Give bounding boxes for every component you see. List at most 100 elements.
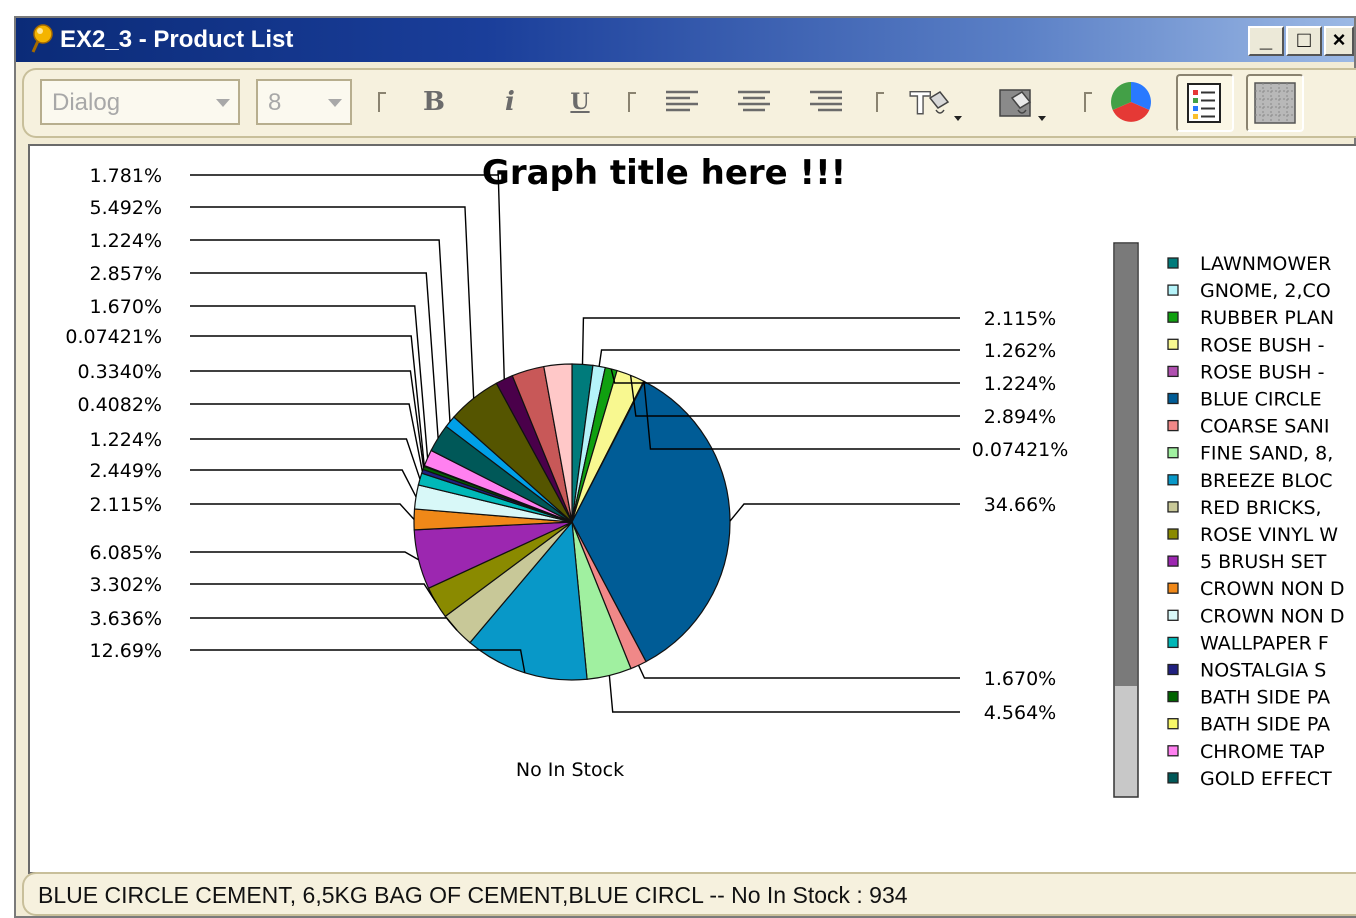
- legend-swatch: [1167, 311, 1179, 323]
- show-grid-button[interactable]: [1246, 74, 1304, 132]
- legend-label: 5 BRUSH SET: [1200, 551, 1327, 573]
- fill-color-icon[interactable]: [994, 80, 1056, 124]
- align-center-icon[interactable]: [734, 80, 774, 124]
- leader-line: [190, 335, 425, 467]
- legend-label: BATH SIDE PA: [1200, 714, 1330, 736]
- show-legend-button[interactable]: [1176, 74, 1234, 132]
- title-bar[interactable]: EX2_3 - Product List _ □ ×: [16, 18, 1354, 62]
- chart-title: Graph title here !!!: [482, 153, 846, 193]
- slice-percent-label: 0.3340%: [77, 361, 162, 383]
- toolbar-separator: [628, 92, 636, 112]
- x-axis-label: No In Stock: [516, 759, 624, 781]
- align-left-icon[interactable]: [662, 80, 702, 124]
- leader-line: [190, 272, 439, 439]
- align-right-icon[interactable]: [806, 80, 846, 124]
- slice-percent-label: 2.115%: [984, 308, 1056, 330]
- leader-line: [190, 469, 417, 498]
- leader-line: [581, 317, 960, 365]
- status-bar: BLUE CIRCLE CEMENT, 6,5KG BAG OF CEMENT,…: [22, 872, 1356, 916]
- legend-swatch: [1167, 636, 1179, 649]
- text-color-icon[interactable]: T: [904, 80, 966, 124]
- font-name-value: Dialog: [52, 89, 121, 116]
- slice-percent-label: 1.670%: [984, 668, 1056, 690]
- legend-icon: [1187, 83, 1221, 123]
- legend-label: FINE SAND, 8,: [1200, 443, 1333, 465]
- legend-label: CHROME TAP: [1200, 741, 1325, 763]
- grid-icon: [1254, 82, 1296, 124]
- font-size-value: 8: [268, 89, 282, 116]
- leader-line: [608, 675, 960, 713]
- legend-label: ROSE VINYL W: [1200, 524, 1338, 546]
- legend-swatch: [1167, 718, 1179, 730]
- legend-swatch: [1167, 528, 1179, 540]
- leader-line: [190, 551, 419, 561]
- slice-percent-label: 0.4082%: [77, 394, 162, 416]
- leader-line: [190, 370, 425, 468]
- leader-line: [610, 368, 960, 384]
- slice-percent-label: 0.07421%: [972, 439, 1069, 461]
- slice-percent-label: 34.66%: [984, 494, 1056, 516]
- legend-label: BATH SIDE PA: [1200, 687, 1330, 709]
- chevron-down-icon: [328, 99, 342, 107]
- bold-button[interactable]: B: [414, 80, 454, 124]
- leader-line: [190, 206, 475, 399]
- toolbar-separator: [1084, 92, 1092, 112]
- legend-label: COARSE SANI: [1200, 416, 1329, 438]
- legend-label: CROWN NON D: [1200, 605, 1345, 627]
- chevron-down-icon: [216, 99, 230, 107]
- legend-scrollbar-thumb[interactable]: [1115, 244, 1137, 686]
- leader-line: [190, 305, 429, 458]
- legend-swatch: [1167, 745, 1179, 757]
- toolbar: Dialog 8 B i U T: [22, 68, 1356, 138]
- legend-label: GNOME, 2,CO: [1200, 280, 1331, 302]
- legend-label: CROWN NON D: [1200, 578, 1345, 600]
- legend-swatch: [1167, 284, 1179, 296]
- pie-chart: Graph title here !!! 2.115% 1.262% 1.224% 2…: [65, 153, 1345, 798]
- maximize-button[interactable]: □: [1286, 26, 1322, 56]
- italic-button[interactable]: i: [490, 80, 530, 124]
- minimize-button[interactable]: _: [1248, 26, 1284, 56]
- toolbar-separator: [876, 92, 884, 112]
- leader-line: [190, 438, 421, 480]
- legend-swatch: [1167, 392, 1179, 405]
- slice-percent-label: 5.492%: [90, 197, 162, 219]
- slice-percent-label: 1.781%: [90, 165, 162, 187]
- window-title: EX2_3 - Product List: [60, 26, 294, 53]
- slice-percent-label: 3.302%: [90, 574, 162, 596]
- status-text: BLUE CIRCLE CEMENT, 6,5KG BAG OF CEMENT,…: [38, 882, 908, 908]
- slice-percent-label: 0.07421%: [65, 326, 162, 348]
- svg-text:T: T: [910, 87, 931, 122]
- legend-swatch: [1167, 501, 1179, 513]
- slice-percent-label: 4.564%: [984, 702, 1056, 724]
- slice-percent-label: 1.224%: [90, 429, 162, 451]
- font-name-select[interactable]: Dialog: [40, 79, 240, 125]
- legend-swatch: [1167, 257, 1179, 269]
- legend-label: BREEZE BLOC: [1200, 470, 1332, 492]
- leader-line: [637, 665, 960, 679]
- legend-swatch: [1167, 690, 1179, 703]
- legend-label: NOSTALGIA S: [1200, 660, 1326, 682]
- chart-area: Graph title here !!! 2.115% 1.262% 1.224% 2…: [28, 144, 1356, 874]
- slice-percent-label: 2.857%: [90, 263, 162, 285]
- legend-label: BLUE CIRCLE: [1200, 389, 1322, 411]
- slice-percent-label: 12.69%: [90, 640, 162, 662]
- font-size-select[interactable]: 8: [256, 79, 352, 125]
- legend-swatch: [1167, 419, 1179, 432]
- legend-swatch: [1167, 338, 1179, 350]
- slice-percent-label: 1.224%: [90, 230, 162, 252]
- leader-line: [190, 583, 437, 604]
- legend-label: GOLD EFFECT: [1200, 768, 1332, 790]
- close-button[interactable]: ×: [1324, 26, 1354, 56]
- toolbar-separator: [378, 92, 386, 112]
- slice-percent-label: 2.115%: [90, 494, 162, 516]
- legend-swatch: [1167, 555, 1179, 567]
- slice-percent-label: 2.894%: [984, 406, 1056, 428]
- slice-percent-label: 1.224%: [984, 373, 1056, 395]
- underline-button[interactable]: U: [560, 80, 600, 124]
- slice-percent-label: 1.670%: [90, 296, 162, 318]
- slice-percent-label: 1.262%: [984, 340, 1056, 362]
- leader-line: [729, 503, 960, 522]
- pie-chart-icon[interactable]: [1106, 80, 1156, 124]
- legend-swatch: [1167, 663, 1179, 676]
- slice-percent-label: 6.085%: [90, 542, 162, 564]
